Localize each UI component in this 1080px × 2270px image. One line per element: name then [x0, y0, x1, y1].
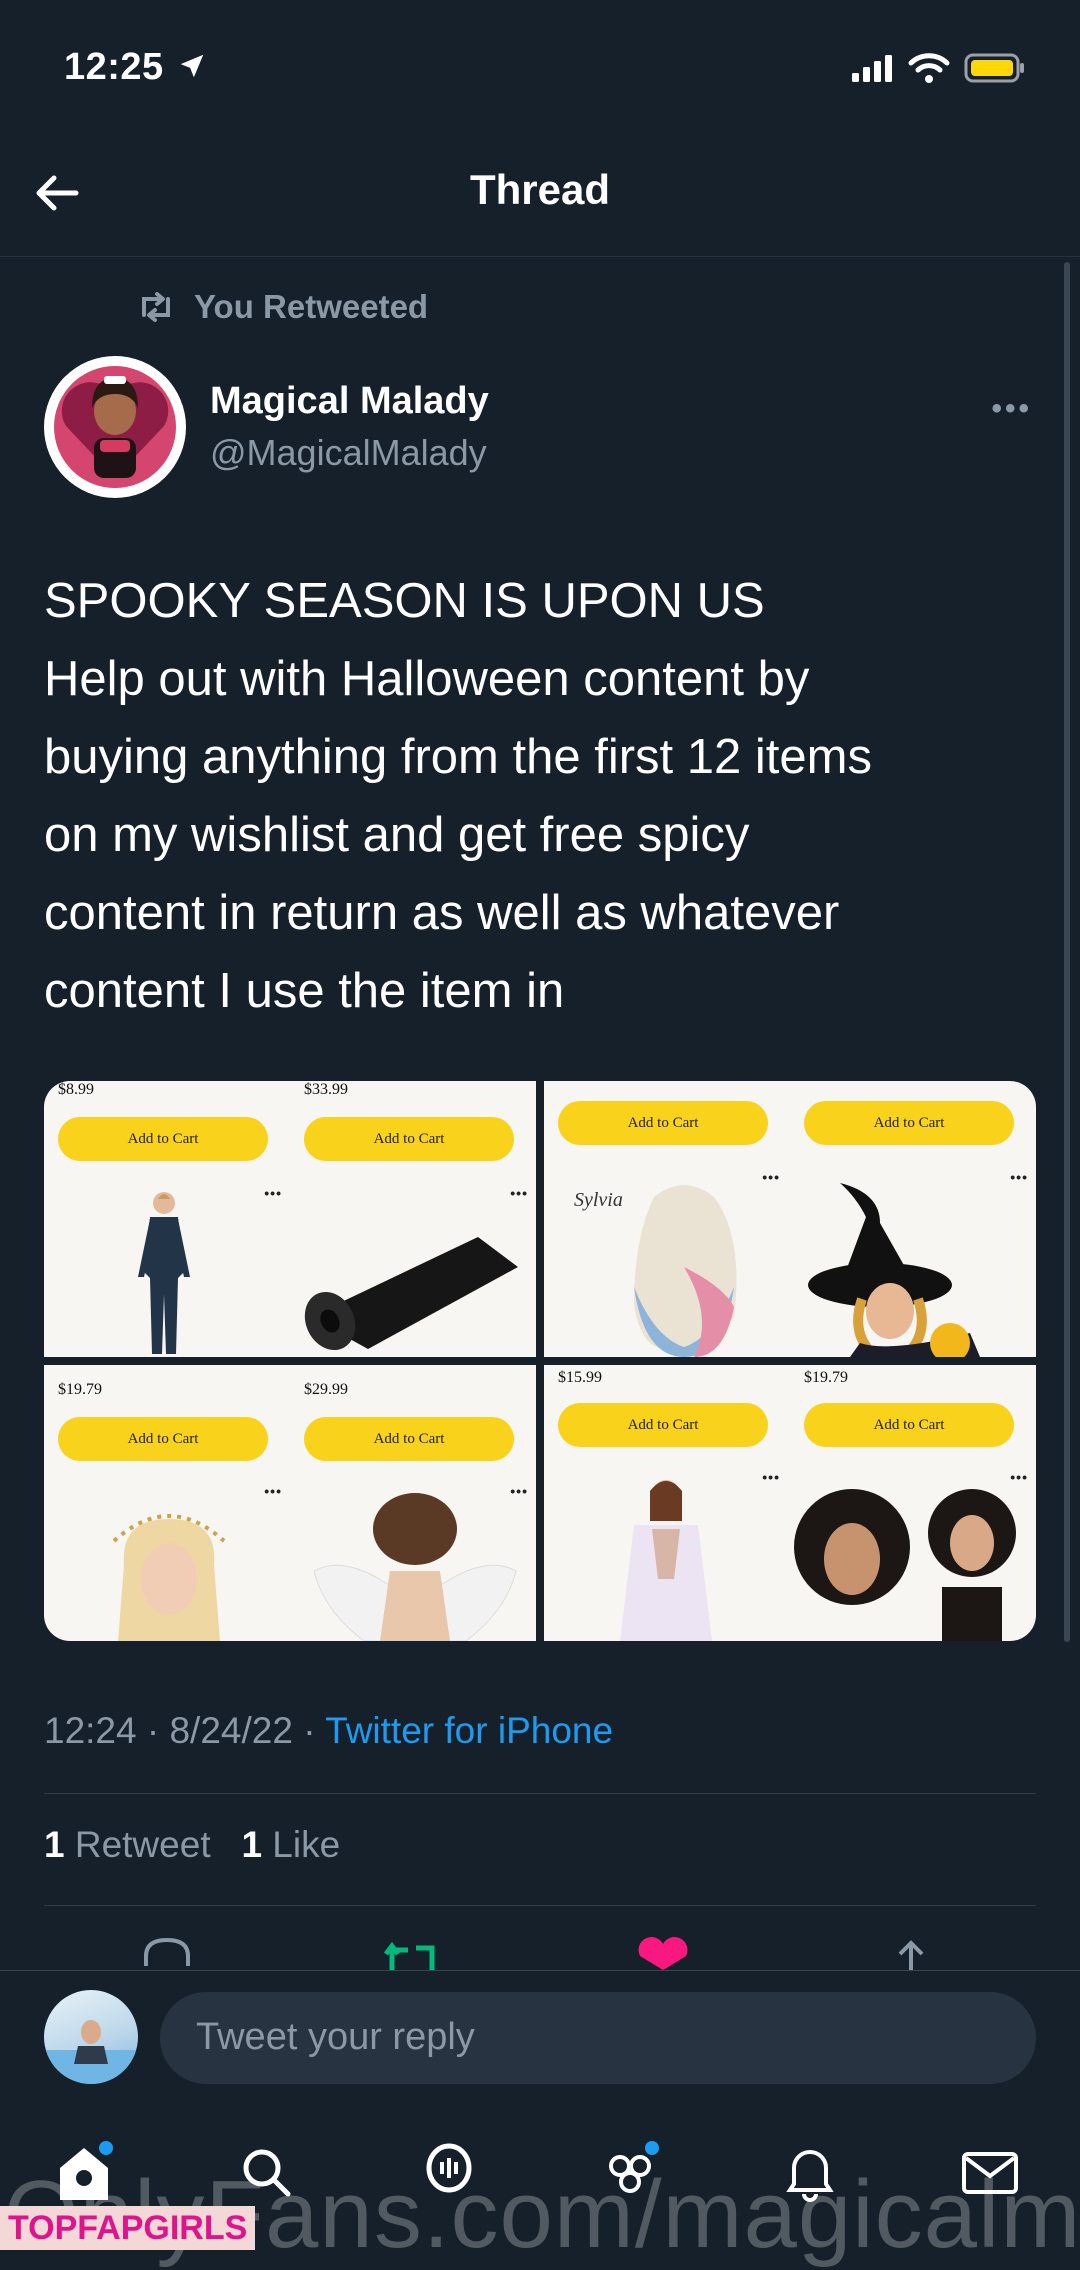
- product-price: $19.79: [804, 1369, 848, 1386]
- retweets-stat[interactable]: 1 Retweet: [44, 1824, 211, 1865]
- reply-icon[interactable]: [140, 1936, 194, 1970]
- product-card: $33.99 Add to Cart •••: [290, 1081, 536, 1357]
- add-to-cart-button: Add to Cart: [804, 1101, 1014, 1145]
- tweet-line: content in return as well as whatever: [44, 886, 840, 940]
- signal-icon: [852, 55, 892, 82]
- watermark-logo: TOPFAPGIRLS: [0, 2206, 256, 2250]
- retweet-icon: [142, 292, 170, 322]
- location-arrow-icon: [180, 54, 204, 78]
- tweet-line: Help out with Halloween content by: [44, 652, 810, 706]
- product-card: $19.79 Add to Cart •••: [44, 1365, 288, 1641]
- black-mat-image: [304, 1237, 518, 1351]
- share-icon[interactable]: [886, 1938, 936, 1970]
- more-dots-icon: •••: [264, 1483, 282, 1499]
- robe-image: [620, 1480, 712, 1641]
- battery-icon: [964, 53, 1024, 83]
- tweet-time: 12:24: [44, 1710, 137, 1751]
- meta-separator: ·: [292, 1710, 326, 1751]
- author-handle[interactable]: @MagicalMalady: [210, 432, 487, 474]
- tweet-line: content I use the item in: [44, 964, 565, 1018]
- meta-separator: ·: [136, 1710, 170, 1751]
- likes-stat[interactable]: 1 Like: [241, 1824, 340, 1865]
- media-image-1[interactable]: $8.99 Add to Cart ••• $33.99 Add to Cart…: [44, 1081, 536, 1357]
- product-price: $8.99: [58, 1081, 94, 1098]
- status-indicators: [850, 52, 1026, 84]
- header-divider: [0, 256, 1080, 257]
- scrollbar[interactable]: [1064, 262, 1070, 1642]
- reply-bar-divider: [0, 1970, 1080, 1971]
- user-avatar[interactable]: [44, 1990, 138, 2084]
- back-arrow-icon[interactable]: [30, 166, 84, 220]
- add-to-cart-button: Add to Cart: [304, 1417, 514, 1461]
- tweet-line: SPOOKY SEASON IS UPON US: [44, 574, 765, 628]
- product-price: $33.99: [304, 1081, 348, 1098]
- product-price: $29.99: [304, 1381, 348, 1398]
- add-to-cart-button: Add to Cart: [304, 1117, 514, 1161]
- product-card: $8.99 Add to Cart •••: [44, 1081, 288, 1357]
- status-time: 12:25: [64, 46, 207, 89]
- tweet-date: 8/24/22: [169, 1710, 293, 1751]
- retweet-action-icon[interactable]: [382, 1940, 442, 1970]
- product-card: $19.79 Add to Cart •••: [790, 1365, 1036, 1641]
- media-image-4[interactable]: $15.99 Add to Cart ••• $19.79 Add to Car…: [544, 1365, 1036, 1641]
- curly-wig-image: [794, 1489, 1016, 1641]
- media-image-3[interactable]: $19.79 Add to Cart ••• $29.99 Add to Car…: [44, 1365, 536, 1641]
- product-price: $19.79: [58, 1381, 102, 1398]
- divider: [44, 1793, 1036, 1794]
- tweet-text: SPOOKY SEASON IS UPON US Help out with H…: [44, 562, 1054, 1030]
- retweets-count: 1: [44, 1824, 65, 1865]
- product-price: $15.99: [558, 1369, 602, 1386]
- media-image-2[interactable]: Add to Cart ••• Sylvia Add to Cart •••: [544, 1081, 1036, 1357]
- retweets-label: Retweet: [74, 1824, 211, 1865]
- status-time-text: 12:25: [64, 46, 164, 88]
- add-to-cart-button: Add to Cart: [804, 1403, 1014, 1447]
- author-display-name[interactable]: Magical Malady: [210, 380, 489, 423]
- tweet-source-link[interactable]: Twitter for iPhone: [325, 1710, 613, 1751]
- more-dots-icon: •••: [762, 1169, 780, 1185]
- page-title: Thread: [469, 166, 611, 213]
- add-to-cart-button: Add to Cart: [558, 1101, 768, 1145]
- wifi-icon: [908, 53, 950, 83]
- product-card: Add to Cart ••• Sylvia: [544, 1081, 788, 1357]
- halo-crown-image: [112, 1514, 226, 1641]
- add-to-cart-button: Add to Cart: [58, 1117, 268, 1161]
- more-dots-icon: •••: [510, 1185, 528, 1201]
- author-avatar[interactable]: [44, 356, 186, 498]
- tweet-line: on my wishlist and get free spicy: [44, 808, 750, 862]
- tweet-timestamp: 12:24 · 8/24/22 · Twitter for iPhone: [44, 1710, 613, 1752]
- avatar-art: [54, 366, 176, 488]
- user-avatar-art: [44, 2020, 138, 2084]
- bodysuit-image: [138, 1192, 190, 1354]
- witch-hat-image: [808, 1183, 980, 1357]
- reply-placeholder: Tweet your reply: [196, 2016, 475, 2058]
- tweet-media-grid: $8.99 Add to Cart ••• $33.99 Add to Cart…: [44, 1081, 1036, 1641]
- retweet-label: You Retweeted: [194, 288, 429, 325]
- more-options-icon[interactable]: •••: [991, 392, 1032, 426]
- pastel-wig-image: [634, 1185, 737, 1357]
- product-card: Add to Cart •••: [790, 1081, 1036, 1357]
- product-card: $29.99 Add to Cart •••: [290, 1365, 536, 1641]
- tweet-line: buying anything from the first 12 items: [44, 730, 872, 784]
- retweet-context: You Retweeted: [136, 288, 428, 326]
- like-icon[interactable]: [634, 1936, 692, 1970]
- add-to-cart-button: Add to Cart: [558, 1403, 768, 1447]
- more-dots-icon: •••: [264, 1185, 282, 1201]
- likes-count: 1: [241, 1824, 263, 1865]
- likes-label: Like: [272, 1824, 341, 1865]
- more-dots-icon: •••: [762, 1469, 780, 1485]
- tweet-stats: 1 Retweet 1 Like: [44, 1824, 340, 1866]
- product-card: $15.99 Add to Cart •••: [544, 1365, 788, 1641]
- add-to-cart-button: Add to Cart: [58, 1417, 268, 1461]
- angel-wings-image: [313, 1493, 517, 1641]
- divider: [44, 1905, 1036, 1906]
